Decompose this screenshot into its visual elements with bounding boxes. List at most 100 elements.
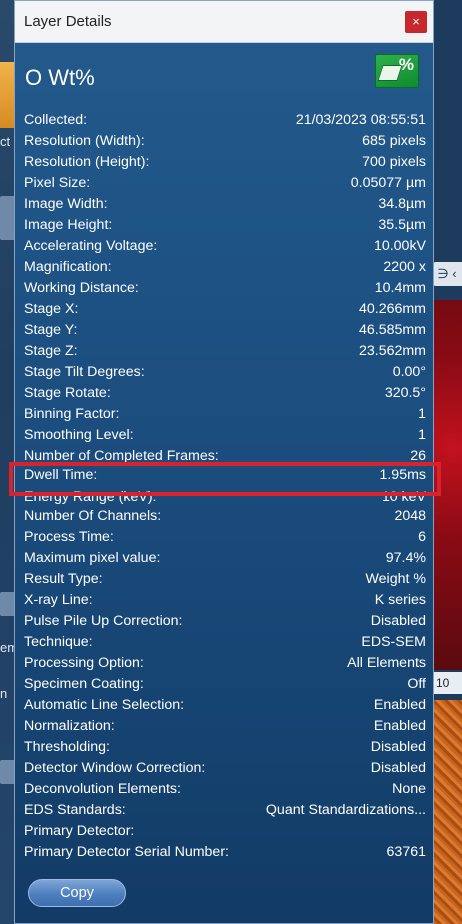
detail-value: K series [374, 591, 426, 608]
detail-value: 34.8µm [378, 195, 426, 212]
background-orange-tile [0, 62, 14, 128]
detail-value: 35.5µm [378, 216, 426, 233]
detail-row: Primary Detector: [24, 820, 426, 841]
detail-row: Image Width: 34.8µm [24, 193, 426, 214]
detail-value: 1 [418, 426, 426, 443]
detail-label: Stage Tilt Degrees: [24, 363, 145, 380]
detail-label: Magnification: [24, 258, 112, 275]
detail-row: Pixel Size: 0.05077 µm [24, 172, 426, 193]
detail-value: 10.00kV [373, 237, 426, 254]
detail-label: Working Distance: [24, 279, 139, 296]
detail-label: Energy Range (keV): [24, 489, 157, 505]
detail-row: EDS Standards: Quant Standardizations... [24, 799, 426, 820]
detail-label: Image Width: [24, 195, 108, 212]
detail-row: Automatic Line Selection: Enabled [24, 694, 426, 715]
detail-value: 46.585mm [358, 321, 426, 338]
detail-label: Smoothing Level: [24, 426, 134, 443]
detail-row: Primary Detector Serial Number: 63761 [24, 841, 426, 862]
background-tool-button[interactable]: ∋ ‹ [432, 262, 462, 286]
copy-button[interactable]: Copy [28, 879, 126, 907]
background-element-map-red [434, 300, 462, 670]
detail-row: Binning Factor: 1 [24, 403, 426, 424]
detail-row: Number Of Channels: 2048 [24, 505, 426, 526]
detail-row: Resolution (Height): 700 pixels [24, 151, 426, 172]
detail-label: Resolution (Width): [24, 132, 145, 149]
background-label: ct [0, 134, 11, 149]
detail-label: Detector Window Correction: [24, 759, 206, 776]
detail-value: 21/03/2023 08:55:51 [295, 111, 426, 128]
detail-row: Detector Window Correction: Disabled [24, 757, 426, 778]
detail-label: X-ray Line: [24, 591, 93, 608]
detail-label: Technique: [24, 633, 93, 650]
detail-row: Thresholding: Disabled [24, 736, 426, 757]
detail-label: Maximum pixel value: [24, 549, 161, 566]
detail-row: Magnification: 2200 x [24, 256, 426, 277]
detail-value: 10.4mm [374, 279, 426, 296]
detail-row: Stage Z: 23.562mm [24, 340, 426, 361]
detail-value: Disabled [370, 759, 426, 776]
detail-label: Stage X: [24, 300, 79, 317]
detail-label: Number of Completed Frames: [24, 448, 219, 463]
detail-label: Stage Rotate: [24, 384, 111, 401]
detail-value: 700 pixels [362, 153, 426, 170]
detail-row: Stage X: 40.266mm [24, 298, 426, 319]
detail-row: Collected: 21/03/2023 08:55:51 [24, 109, 426, 130]
detail-row: Process Time: 6 [24, 526, 426, 547]
detail-row: Energy Range (keV): 10 keV [24, 487, 426, 505]
layer-name: O Wt% [25, 65, 95, 90]
detail-label: Image Height: [24, 216, 113, 233]
detail-label: Pulse Pile Up Correction: [24, 612, 183, 629]
dialog-title: Layer Details [24, 13, 112, 30]
detail-row: Accelerating Voltage: 10.00kV [24, 235, 426, 256]
detail-row: Technique: EDS-SEM [24, 631, 426, 652]
detail-value: Off [407, 675, 426, 692]
detail-label: Automatic Line Selection: [24, 696, 185, 713]
detail-value: Enabled [373, 696, 426, 713]
detail-label: Deconvolution Elements: [24, 780, 181, 797]
detail-row: Stage Tilt Degrees: 0.00° [24, 361, 426, 382]
detail-row: Processing Option: All Elements [24, 652, 426, 673]
detail-row: Stage Rotate: 320.5° [24, 382, 426, 403]
close-button[interactable]: × [405, 11, 427, 33]
close-icon: × [412, 14, 420, 29]
dialog-titlebar[interactable]: Layer Details × [15, 1, 433, 43]
detail-label: Stage Y: [24, 321, 78, 338]
detail-row: Pulse Pile Up Correction: Disabled [24, 610, 426, 631]
details-list: Collected: 21/03/2023 08:55:51 Resolution … [24, 109, 426, 862]
detail-value: 685 pixels [362, 132, 426, 149]
background-right-panel: ∋ ‹ 10 [430, 0, 462, 924]
detail-value: Disabled [370, 738, 426, 755]
layer-details-dialog: Layer Details × O Wt% % Collected: 21/03/… [9, 0, 441, 924]
detail-label: Binning Factor: [24, 405, 120, 422]
detail-value: Disabled [370, 612, 426, 629]
detail-row: Specimen Coating: Off [24, 673, 426, 694]
detail-value: 320.5° [384, 384, 426, 401]
detail-label: Processing Option: [24, 654, 144, 671]
detail-row: Stage Y: 46.585mm [24, 319, 426, 340]
detail-value: 40.266mm [358, 300, 426, 317]
detail-value: 2200 x [383, 258, 426, 275]
detail-value: Enabled [373, 717, 426, 734]
detail-value: 63761 [386, 843, 426, 860]
detail-row: Deconvolution Elements: None [24, 778, 426, 799]
detail-label: Thresholding: [24, 738, 110, 755]
detail-value: 0.05077 µm [350, 174, 426, 191]
detail-value: EDS-SEM [361, 633, 426, 650]
detail-value: 1.95ms [379, 467, 426, 483]
detail-value: Weight % [365, 570, 426, 587]
detail-label: Result Type: [24, 570, 103, 587]
detail-value: None [392, 780, 426, 797]
detail-value: 97.4% [385, 549, 426, 566]
detail-value: 1 [418, 405, 426, 422]
detail-label: Specimen Coating: [24, 675, 144, 692]
detail-value: 23.562mm [358, 342, 426, 359]
detail-value: 6 [418, 528, 426, 545]
detail-label: Primary Detector Serial Number: [24, 843, 229, 860]
background-element-map-orange [434, 700, 462, 924]
detail-label: Collected: [24, 111, 88, 128]
detail-value: All Elements [347, 654, 426, 671]
detail-row: Dwell Time: 1.95ms [24, 463, 426, 487]
detail-label: Pixel Size: [24, 174, 91, 191]
detail-label: EDS Standards: [24, 801, 126, 818]
detail-label: Process Time: [24, 528, 114, 545]
